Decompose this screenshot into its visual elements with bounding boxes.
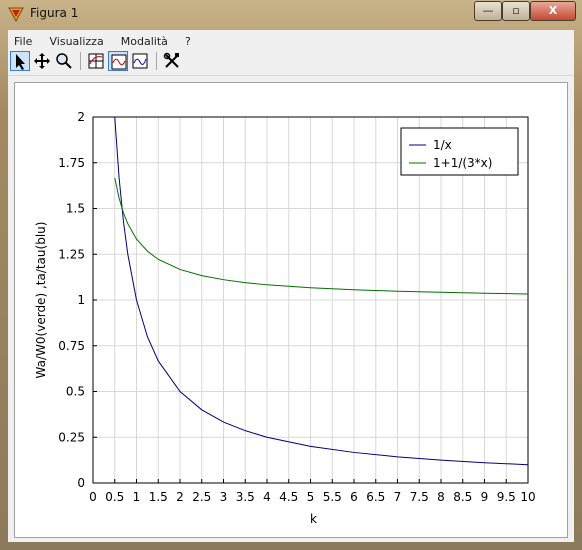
tools-icon: [163, 52, 179, 68]
y-tick-label: 1.25: [58, 247, 85, 261]
y-axis-label: Wa/W0(verde) ,ta/tau(blu): [34, 222, 48, 379]
x-tick-label: 8.5: [453, 490, 472, 504]
x-tick-label: 7: [394, 490, 402, 504]
y-tick-label: 2: [77, 110, 85, 124]
magnifier-icon: [56, 53, 72, 69]
plot-area: 0 0.5 1 1.5 2 2.5 3 3.5 4 4.5 5 5.5 6 6.5 7 7.5 8 8.5 9 9.5…: [8, 76, 574, 542]
grid-toggle-button[interactable]: [86, 51, 106, 71]
x-tick-label: 2: [176, 490, 184, 504]
x-tick-label: 10: [520, 490, 535, 504]
y-tick-label: 1.5: [66, 202, 85, 216]
menu-file[interactable]: File: [8, 33, 38, 48]
move-icon: [34, 53, 50, 69]
toolbar-separator: [80, 52, 81, 70]
pan-tool-button[interactable]: [32, 51, 52, 71]
x-tick-label: 0: [89, 490, 97, 504]
y-tick-label: 0.75: [58, 339, 85, 353]
series-line-1: [114, 177, 528, 295]
axes-curve-icon: [132, 53, 148, 69]
window-title: Figura 1: [30, 6, 79, 20]
plot-canvas[interactable]: 0 0.5 1 1.5 2 2.5 3 3.5 4 4.5 5 5.5 6 6.5 7 7.5 8 8.5 9 9.5…: [14, 82, 568, 538]
x-tick-label: 3.5: [236, 490, 255, 504]
select-tool-button[interactable]: [10, 51, 30, 71]
menu-visualizza[interactable]: Visualizza: [44, 33, 110, 48]
x-axis-label: k: [310, 512, 317, 526]
menu-modalita[interactable]: Modalità: [115, 33, 174, 48]
curve-toggle-button[interactable]: [108, 51, 128, 71]
properties-tool-button[interactable]: [162, 51, 182, 71]
x-tick-label: 6: [350, 490, 358, 504]
x-tick-label: 5: [307, 490, 315, 504]
x-tick-label: 9.5: [497, 490, 516, 504]
legend-label-1: 1+1/(3*x): [433, 156, 492, 170]
scilab-app-icon: [8, 6, 24, 23]
x-tick-label: 9: [481, 490, 489, 504]
close-button[interactable]: X: [530, 1, 576, 21]
x-tick-label: 4: [263, 490, 271, 504]
x-tick-label: 1.5: [149, 490, 168, 504]
x-tick-label: 6.5: [366, 490, 385, 504]
grid-icon: [88, 53, 104, 69]
x-tick-label: 7.5: [410, 490, 429, 504]
toolbar: [8, 47, 574, 76]
legend-label-0: 1/x: [433, 138, 452, 152]
y-tick-label: 1: [77, 293, 85, 307]
axes-toggle-button[interactable]: [130, 51, 150, 71]
menu-help[interactable]: ?: [179, 33, 197, 48]
toolbar-separator: [156, 52, 157, 70]
arrow-icon: [16, 54, 25, 70]
legend: 1/x 1+1/(3*x): [400, 127, 519, 176]
y-tick-label: 1.75: [58, 156, 85, 170]
x-tick-label: 8: [437, 490, 445, 504]
x-tick-label: 0.5: [105, 490, 124, 504]
maximize-button[interactable]: ▫: [502, 1, 530, 21]
y-tick-label: 0.25: [58, 430, 85, 444]
chart: 0 0.5 1 1.5 2 2.5 3 3.5 4 4.5 5 5.5 6 6.5 7 7.5 8 8.5 9 9.5…: [34, 110, 536, 526]
title-bar[interactable]: Figura 1 — ▫ X: [0, 0, 582, 28]
zoom-tool-button[interactable]: [54, 51, 74, 71]
x-tick-label: 1: [133, 490, 141, 504]
figure-window: Figura 1 — ▫ X File Visualizza Modalità …: [0, 0, 582, 550]
minimize-button[interactable]: —: [474, 1, 502, 21]
x-tick-label: 3: [220, 490, 228, 504]
y-tick-label: 0.5: [66, 385, 85, 399]
menu-bar: File Visualizza Modalità ?: [8, 30, 574, 48]
y-tick-label: 0: [77, 476, 85, 490]
x-tick-label: 4.5: [279, 490, 298, 504]
x-tick-label: 5.5: [323, 490, 342, 504]
curve-icon: [111, 54, 127, 70]
x-tick-label: 2.5: [192, 490, 211, 504]
